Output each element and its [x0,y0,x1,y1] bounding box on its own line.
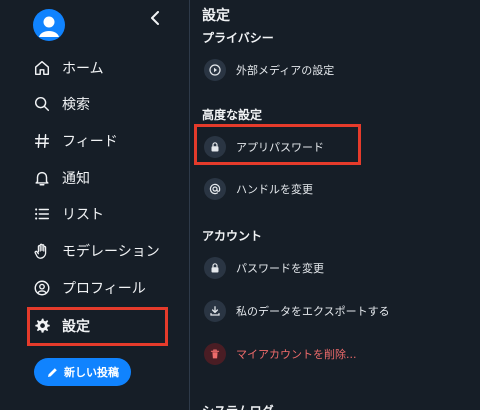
new-post-button[interactable]: 新しい投稿 [34,358,131,386]
nav-item-profile[interactable]: プロフィール [32,274,182,302]
sidebar: ホーム 検索 フィード 通知 リスト モデレーション プロフィール 設定 新しい… [0,0,190,410]
delete-account-item[interactable]: マイアカウントを削除... [204,340,474,368]
new-post-label: 新しい投稿 [64,366,119,379]
nav-label: プロフィール [62,281,146,297]
bell-icon [32,168,52,188]
section-title-privacy: プライバシー [202,31,274,45]
nav-label: フィード [62,134,118,150]
search-icon [32,94,52,114]
change-handle-item[interactable]: ハンドルを変更 [204,175,474,203]
page-title: 設定 [202,8,230,24]
lock-icon [204,136,226,158]
nav-item-feeds[interactable]: フィード [32,127,182,155]
play-circle-icon [204,59,226,81]
nav-label: モデレーション [62,244,160,260]
nav-item-notifications[interactable]: 通知 [32,164,182,192]
nav-label: ホーム [62,61,104,77]
item-label: アプリパスワード [236,141,324,154]
nav-label: 検索 [62,97,90,113]
hash-icon [32,131,52,151]
chevron-left-icon [151,11,159,25]
hand-icon [32,241,52,261]
list-icon [32,204,52,224]
item-label: 外部メディアの設定 [236,64,335,77]
download-icon [204,300,226,322]
trash-icon [204,343,226,365]
pencil-icon [46,366,59,379]
nav-item-settings[interactable]: 設定 [32,312,182,340]
section-title-account: アカウント [202,229,263,243]
settings-panel: 設定 プライバシー 外部メディアの設定 高度な設定 アプリパスワード ハンドルを… [190,0,480,410]
nav-item-search[interactable]: 検索 [32,90,182,118]
gear-icon [32,316,52,336]
external-media-settings-item[interactable]: 外部メディアの設定 [204,56,474,84]
item-label: ハンドルを変更 [236,183,313,196]
lock-icon [204,257,226,279]
at-icon [204,178,226,200]
avatar[interactable] [33,9,65,41]
nav-label: 通知 [62,171,90,187]
section-title-advanced: 高度な設定 [202,108,263,122]
item-label: 私のデータをエクスポートする [236,305,390,318]
app-passwords-item[interactable]: アプリパスワード [204,133,474,161]
person-circle-icon [32,278,52,298]
item-label: マイアカウントを削除... [236,348,357,361]
collapse-sidebar-button[interactable] [145,8,165,28]
nav-label: 設定 [62,319,90,335]
item-label: パスワードを変更 [236,262,324,275]
user-icon [39,16,59,37]
change-password-item[interactable]: パスワードを変更 [204,254,474,282]
nav-item-moderation[interactable]: モデレーション [32,237,182,265]
nav-item-home[interactable]: ホーム [32,54,182,82]
nav-item-lists[interactable]: リスト [32,200,182,228]
home-icon [32,58,52,78]
nav-label: リスト [62,207,104,223]
export-data-item[interactable]: 私のデータをエクスポートする [204,297,474,325]
section-title-system-log: システムログ [202,402,274,410]
